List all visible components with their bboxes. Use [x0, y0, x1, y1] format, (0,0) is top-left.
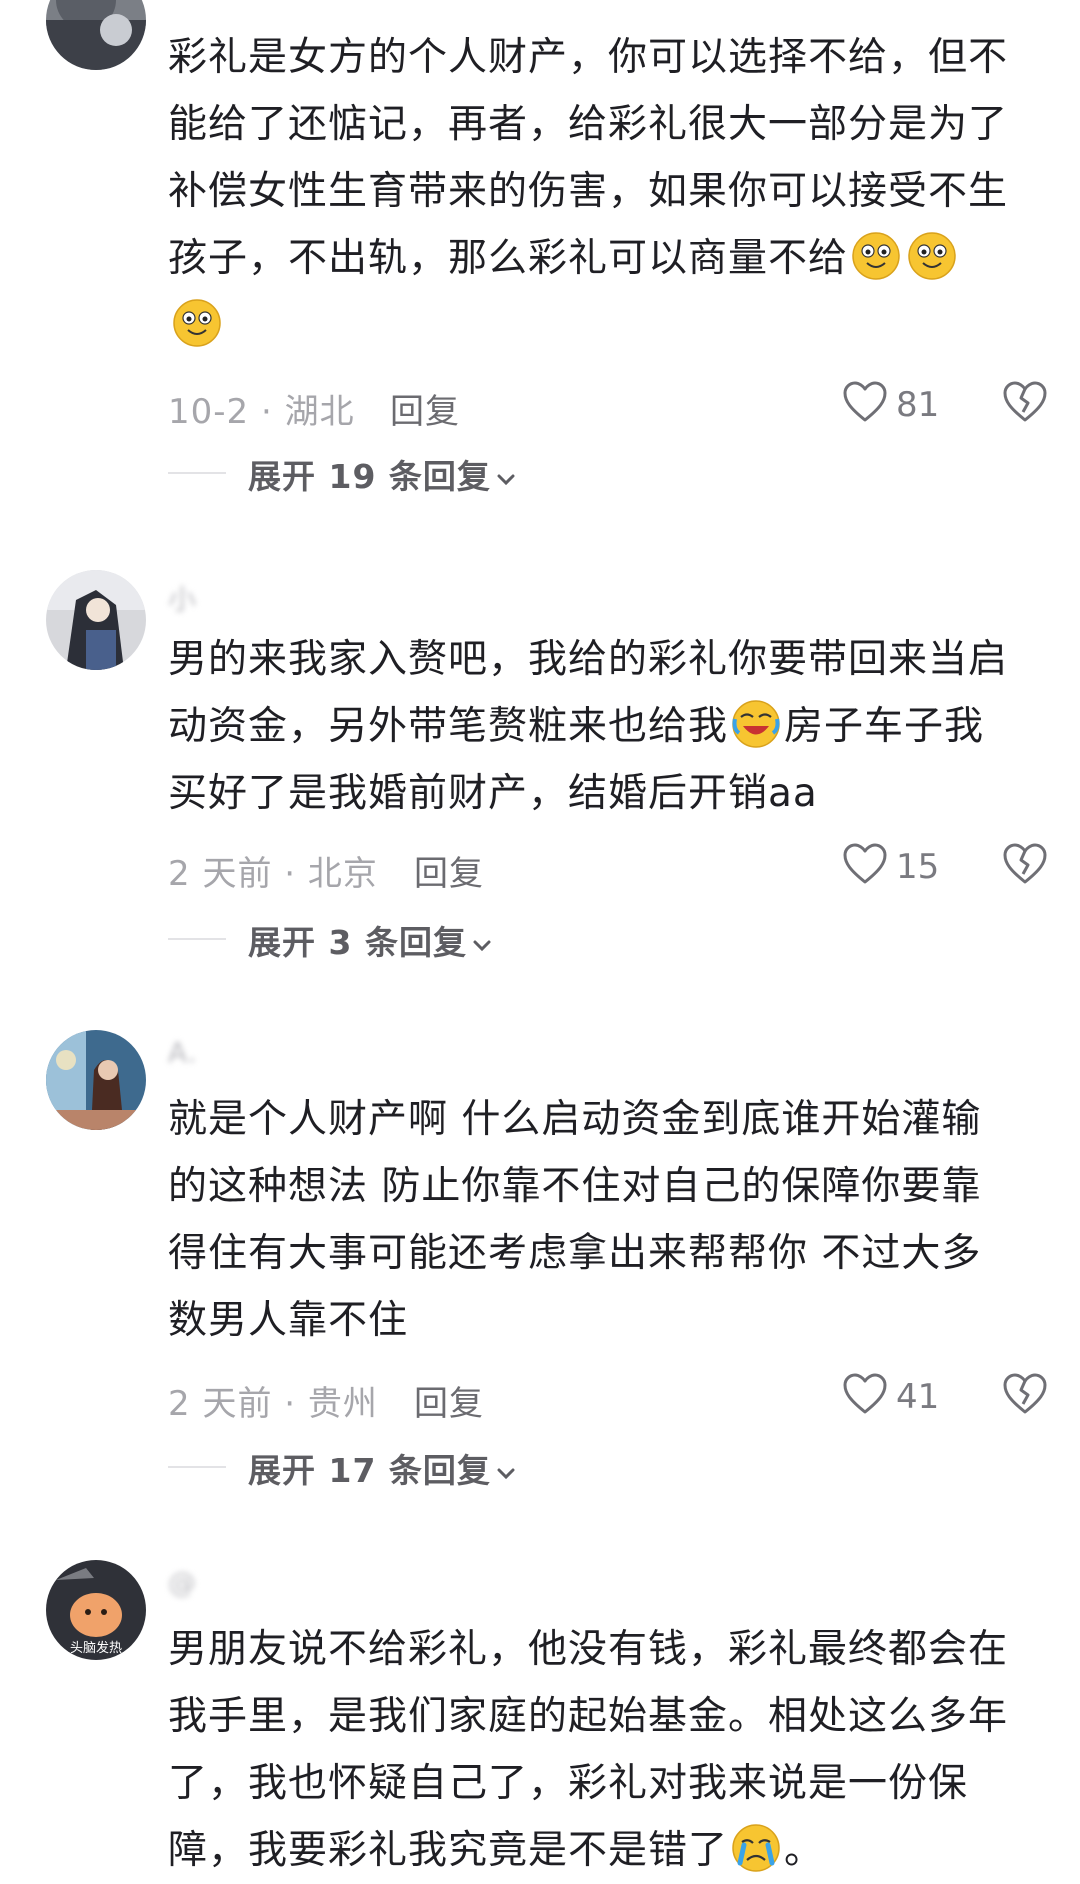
smile-emoji: [852, 232, 900, 280]
heart-outline-icon: [843, 381, 887, 422]
expand-replies[interactable]: 展开 17 条回复: [168, 1444, 768, 1490]
date-location: 2 天前 · 贵州: [168, 1384, 378, 1424]
date-location: 10-2 · 湖北: [168, 392, 355, 432]
broken-heart-icon[interactable]: [1002, 1372, 1048, 1416]
heart-outline-icon: [843, 1373, 887, 1414]
avatar[interactable]: 头脑发热: [46, 1560, 146, 1660]
comment-text: 男朋友说不给彩礼，他没有钱，彩礼最终都会在 我手里，是我们家庭的起始基金。相处这…: [168, 1627, 1009, 1873]
broken-heart-icon[interactable]: [1002, 380, 1048, 424]
chevron-down-icon: [497, 474, 515, 485]
reply-button[interactable]: 回复: [414, 1376, 484, 1425]
username[interactable]: @: [168, 1566, 197, 1599]
heart-outline-icon: [843, 843, 887, 884]
divider: [168, 1466, 226, 1468]
divider: [168, 472, 226, 474]
avatar[interactable]: [46, 570, 146, 670]
like-count: 81: [896, 385, 940, 425]
comment-text: 彩礼是女方的个人财产，你可以选择不给，但不 能给了还惦记，再者，给彩礼很大一部分…: [168, 24, 1048, 359]
comment-meta: 2 天前 · 北京 回复 15: [168, 840, 1048, 894]
expand-replies[interactable]: 展开 19 条回复: [168, 450, 768, 496]
smile-emoji: [173, 299, 221, 347]
avatar[interactable]: [46, 0, 146, 70]
comment-text: 就是个人财产啊 什么启动资金到底谁开始灌输 的这种想法 防止你靠不住对自己的保障…: [168, 1097, 982, 1343]
comment-meta: 10-2 · 湖北 回复 81: [168, 378, 1048, 432]
reply-button[interactable]: 回复: [390, 384, 460, 433]
reply-button[interactable]: 回复: [414, 846, 484, 895]
expand-label: 展开 19 条回复: [248, 457, 491, 496]
chevron-down-icon: [473, 940, 491, 951]
date-location: 2 天前 · 北京: [168, 854, 378, 894]
avatar-caption: 头脑发热: [70, 1640, 122, 1656]
avatar[interactable]: [46, 1030, 146, 1130]
username[interactable]: 小: [168, 578, 197, 618]
expand-label: 展开 3 条回复: [248, 923, 467, 962]
comment-text: 男的来我家入赘吧，我给的彩礼你要带回来当启 动资金，另外带笔赘粧来也给我 房子车子…: [168, 637, 1009, 816]
laugh-cry-emoji: [732, 700, 780, 748]
chevron-down-icon: [497, 1468, 515, 1479]
like-count: 15: [896, 847, 940, 887]
username[interactable]: A.: [168, 1036, 198, 1069]
broken-heart-icon[interactable]: [1002, 842, 1048, 886]
expand-label: 展开 17 条回复: [248, 1451, 491, 1490]
divider: [168, 938, 226, 940]
comment-meta: 2 天前 · 贵州 回复 41: [168, 1370, 1048, 1424]
comment-list: 彩礼是女方的个人财产，你可以选择不给，但不 能给了还惦记，再者，给彩礼很大一部分…: [0, 0, 1080, 1873]
smile-emoji: [908, 232, 956, 280]
like-count: 41: [896, 1377, 940, 1417]
expand-replies[interactable]: 展开 3 条回复: [168, 916, 768, 962]
